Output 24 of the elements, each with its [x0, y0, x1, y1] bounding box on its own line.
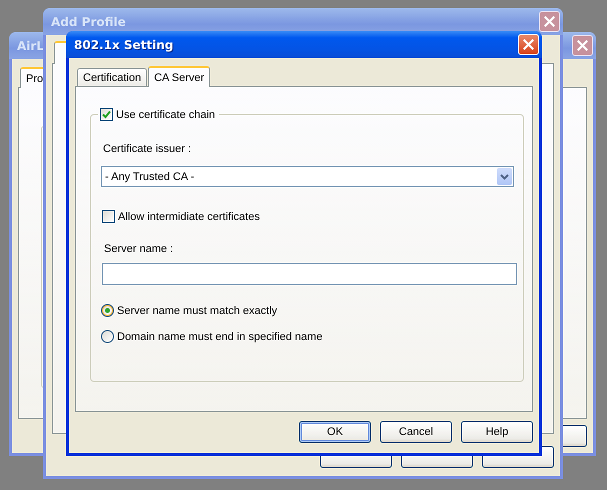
tab[interactable]: Certification [77, 68, 148, 86]
checkbox-label: Allow intermidiate certificates [118, 210, 260, 222]
window-title: 802.1x Setting [73, 38, 174, 52]
dropdown-value: - Any Trusted CA - [105, 170, 194, 182]
window-title: Add Profile [50, 14, 126, 28]
window-title: AirL [16, 38, 44, 52]
checkbox[interactable] [100, 108, 113, 121]
radio-button[interactable] [101, 304, 114, 317]
radio-label: Domain name must end in specified name [117, 330, 322, 342]
dialog-button[interactable]: OK [299, 421, 371, 443]
dropdown[interactable]: - Any Trusted CA - [101, 166, 514, 187]
close-icon [544, 16, 555, 27]
dialog-button[interactable]: Cancel [380, 421, 452, 443]
field-label: Certificate issuer : [102, 143, 192, 155]
input-field[interactable] [102, 263, 517, 285]
close-icon [523, 39, 534, 50]
close-icon [577, 40, 588, 51]
radio-label: Server name must match exactly [117, 304, 278, 316]
tab[interactable]: CA Server [148, 66, 210, 87]
dialog-button[interactable]: Help [461, 421, 533, 443]
checkbox[interactable] [102, 210, 115, 223]
checkbox-label: Use certificate chain [116, 108, 216, 120]
radio-button[interactable] [101, 330, 114, 343]
field-label: Server name : [103, 243, 174, 255]
